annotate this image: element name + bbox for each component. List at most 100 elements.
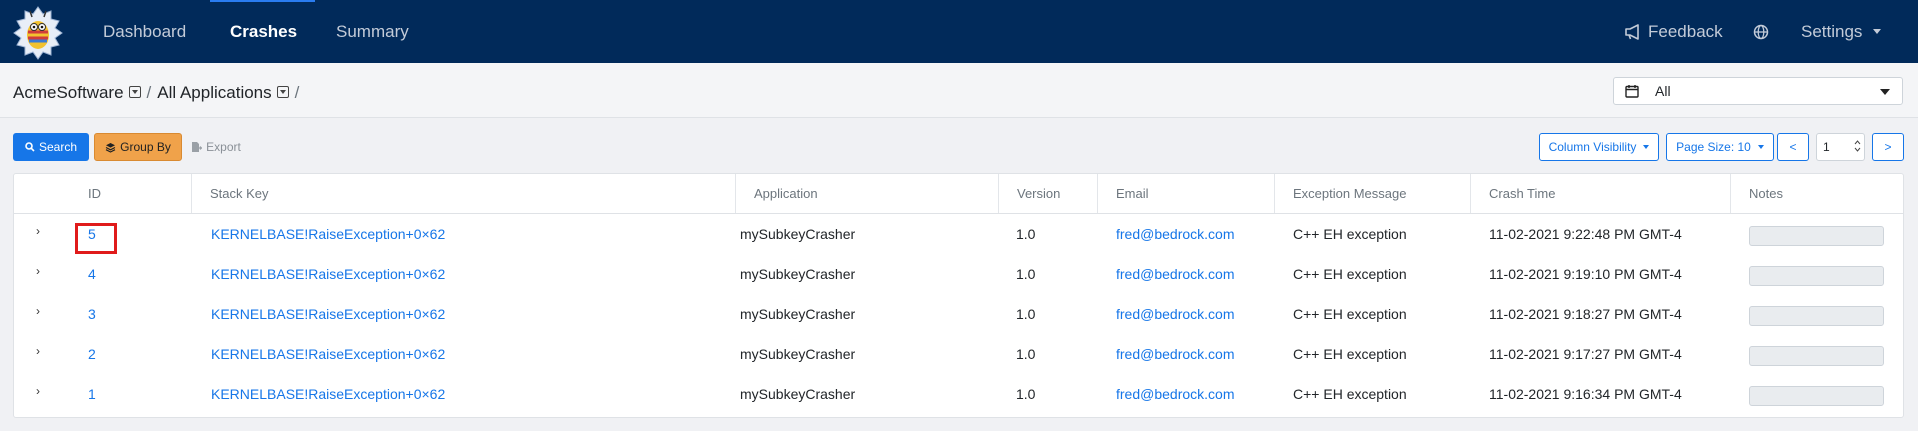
crashes-table: ID Stack Key Application Version Email E…: [13, 173, 1904, 418]
notes-input[interactable]: [1749, 386, 1884, 406]
chevron-down-icon: [1643, 145, 1650, 149]
feedback-link[interactable]: Feedback: [1624, 0, 1723, 63]
crash-time-cell: 11-02-2021 9:18:27 PM GMT-4: [1489, 306, 1682, 322]
column-header-stack-key[interactable]: Stack Key: [191, 174, 736, 213]
crash-time-cell: 11-02-2021 9:22:48 PM GMT-4: [1489, 226, 1682, 242]
chevron-right-icon[interactable]: ›: [36, 384, 40, 398]
chevron-down-icon: [1873, 29, 1882, 34]
nav-summary[interactable]: Summary: [336, 0, 409, 63]
top-navbar: Dashboard Crashes Summary Feedback Setti…: [0, 0, 1918, 63]
exception-cell: C++ EH exception: [1293, 386, 1407, 402]
table-row[interactable]: › 4 KERNELBASE!RaiseException+0×62 mySub…: [14, 254, 1903, 294]
email-link[interactable]: fred@bedrock.com: [1116, 334, 1234, 374]
search-label: Search: [38, 140, 78, 154]
stack-key-link[interactable]: KERNELBASE!RaiseException+0×62: [211, 254, 445, 294]
language-button[interactable]: [1753, 0, 1769, 63]
breadcrumb-org[interactable]: AcmeSoftware: [13, 83, 124, 103]
export-button[interactable]: Export: [188, 133, 244, 161]
stack-key-link[interactable]: KERNELBASE!RaiseException+0×62: [211, 334, 445, 374]
crash-time-cell: 11-02-2021 9:17:27 PM GMT-4: [1489, 346, 1682, 362]
chevron-right-icon[interactable]: ›: [36, 224, 40, 238]
exception-cell: C++ EH exception: [1293, 266, 1407, 282]
column-header-id[interactable]: ID: [70, 174, 204, 213]
settings-label: Settings: [1801, 22, 1863, 41]
column-header-exception-message[interactable]: Exception Message: [1274, 174, 1470, 213]
email-link[interactable]: fred@bedrock.com: [1116, 254, 1234, 294]
exception-cell: C++ EH exception: [1293, 226, 1407, 242]
column-header-application[interactable]: Application: [735, 174, 1012, 213]
next-page-button[interactable]: >: [1872, 133, 1904, 161]
crash-id-link[interactable]: 4: [88, 254, 96, 294]
table-row[interactable]: › 3 KERNELBASE!RaiseException+0×62 mySub…: [14, 294, 1903, 334]
version-cell: 1.0: [1016, 306, 1036, 322]
megaphone-icon: [1625, 23, 1639, 40]
breadcrumb-separator: /: [146, 83, 152, 102]
feedback-label: Feedback: [1648, 22, 1723, 41]
notes-input[interactable]: [1749, 226, 1884, 246]
page-size-label: Page Size: 10: [1676, 140, 1751, 154]
breadcrumb-app[interactable]: All Applications: [157, 83, 271, 103]
app-dropdown-icon[interactable]: [276, 86, 289, 98]
chevron-right-icon[interactable]: ›: [36, 304, 40, 318]
email-link[interactable]: fred@bedrock.com: [1116, 214, 1234, 254]
column-header-version[interactable]: Version: [998, 174, 1097, 213]
version-cell: 1.0: [1016, 226, 1036, 242]
chevron-down-icon: [1880, 89, 1890, 95]
globe-icon: [1753, 24, 1769, 39]
calendar-icon: [1625, 85, 1639, 98]
breadcrumb-separator: /: [294, 83, 300, 102]
application-cell: mySubkeyCrasher: [740, 386, 856, 402]
version-cell: 1.0: [1016, 266, 1036, 282]
crash-id-link[interactable]: 3: [88, 294, 96, 334]
stack-key-link[interactable]: KERNELBASE!RaiseException+0×62: [211, 294, 445, 334]
email-link[interactable]: fred@bedrock.com: [1116, 374, 1234, 414]
settings-menu[interactable]: Settings: [1801, 0, 1882, 63]
column-visibility-button[interactable]: Column Visibility: [1539, 133, 1659, 161]
table-row[interactable]: › 1 KERNELBASE!RaiseException+0×62 mySub…: [14, 374, 1903, 414]
exception-cell: C++ EH exception: [1293, 346, 1407, 362]
crash-time-cell: 11-02-2021 9:16:34 PM GMT-4: [1489, 386, 1682, 402]
column-header-crash-time[interactable]: Crash Time: [1470, 174, 1730, 213]
org-dropdown-icon[interactable]: [128, 86, 141, 98]
date-filter-value: All: [1655, 83, 1671, 99]
stack-key-link[interactable]: KERNELBASE!RaiseException+0×62: [211, 214, 445, 254]
app-logo-icon[interactable]: [10, 5, 66, 61]
application-cell: mySubkeyCrasher: [740, 226, 856, 242]
page-number-input[interactable]: 1: [1816, 133, 1865, 161]
group-by-button[interactable]: Group By: [94, 133, 182, 161]
search-button[interactable]: Search: [13, 133, 89, 161]
prev-page-button[interactable]: <: [1777, 133, 1809, 161]
notes-input[interactable]: [1749, 306, 1884, 326]
stack-key-link[interactable]: KERNELBASE!RaiseException+0×62: [211, 374, 445, 414]
version-cell: 1.0: [1016, 346, 1036, 362]
crash-id-link[interactable]: 1: [88, 374, 96, 414]
notes-input[interactable]: [1749, 346, 1884, 366]
email-link[interactable]: fred@bedrock.com: [1116, 294, 1234, 334]
page-size-button[interactable]: Page Size: 10: [1666, 133, 1774, 161]
table-row[interactable]: › 5 KERNELBASE!RaiseException+0×62 mySub…: [14, 214, 1903, 254]
chevron-right-icon[interactable]: ›: [36, 344, 40, 358]
date-filter-select[interactable]: All: [1613, 77, 1903, 105]
notes-input[interactable]: [1749, 266, 1884, 286]
breadcrumb: AcmeSoftware / All Applications /: [13, 83, 305, 103]
selection-highlight: [75, 223, 117, 254]
page-number-value: 1: [1823, 140, 1830, 154]
application-cell: mySubkeyCrasher: [740, 346, 856, 362]
crash-id-link[interactable]: 2: [88, 334, 96, 374]
application-cell: mySubkeyCrasher: [740, 306, 856, 322]
column-visibility-label: Column Visibility: [1548, 140, 1637, 154]
column-header-email[interactable]: Email: [1097, 174, 1274, 213]
application-cell: mySubkeyCrasher: [740, 266, 856, 282]
export-icon: [192, 142, 203, 152]
version-cell: 1.0: [1016, 386, 1036, 402]
exception-cell: C++ EH exception: [1293, 306, 1407, 322]
chevron-down-icon: [1757, 145, 1764, 149]
layers-icon: [105, 142, 116, 153]
spinner-arrows-icon[interactable]: [1854, 139, 1861, 153]
nav-dashboard[interactable]: Dashboard: [103, 0, 186, 63]
nav-crashes[interactable]: Crashes: [210, 0, 315, 63]
group-by-label: Group By: [120, 140, 171, 154]
column-header-notes[interactable]: Notes: [1730, 174, 1903, 213]
chevron-right-icon[interactable]: ›: [36, 264, 40, 278]
table-row[interactable]: › 2 KERNELBASE!RaiseException+0×62 mySub…: [14, 334, 1903, 374]
